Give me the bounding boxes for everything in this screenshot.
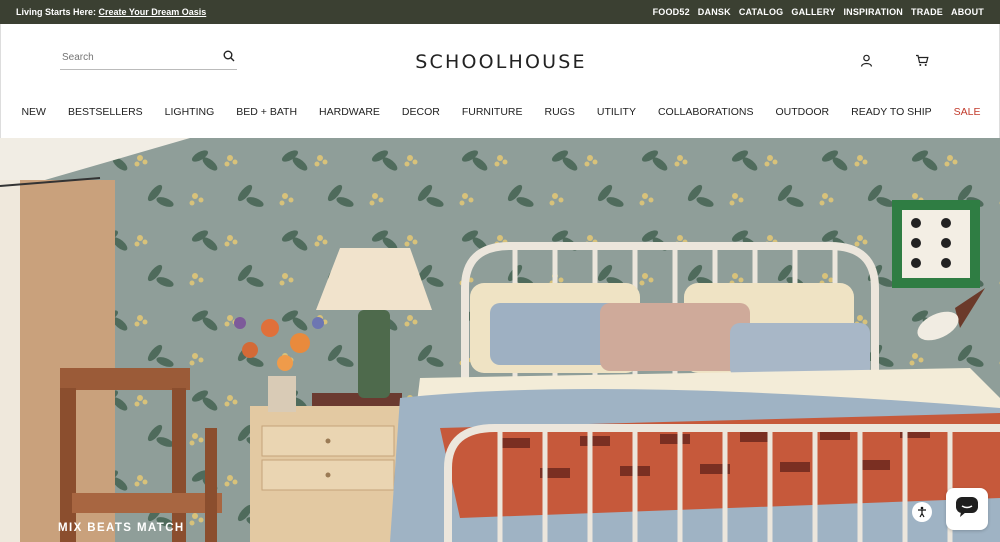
utility-links: FOOD52 DANSK CATALOG GALLERY INSPIRATION…	[653, 7, 984, 17]
nav-item-hardware[interactable]: HARDWARE	[308, 106, 391, 118]
nav-item-bed-bath[interactable]: BED + BATH	[225, 106, 308, 118]
link-catalog[interactable]: CATALOG	[739, 7, 784, 17]
promo-bar: Living Starts Here: Create Your Dream Oa…	[0, 0, 1000, 24]
site-logo[interactable]: SCHOOLHOUSE	[1, 51, 1000, 73]
link-dansk[interactable]: DANSK	[698, 7, 731, 17]
main-nav: NEW BESTSELLERS LIGHTING BED + BATH HARD…	[1, 106, 1000, 118]
promo-prefix: Living Starts Here:	[16, 7, 97, 17]
promo-text: Living Starts Here: Create Your Dream Oa…	[16, 7, 206, 17]
link-food52[interactable]: FOOD52	[653, 7, 690, 17]
chat-button[interactable]	[946, 488, 988, 530]
promo-link[interactable]: Create Your Dream Oasis	[99, 7, 207, 17]
nav-item-decor[interactable]: DECOR	[391, 106, 451, 118]
nav-item-lighting[interactable]: LIGHTING	[154, 106, 226, 118]
nav-item-collaborations[interactable]: COLLABORATIONS	[647, 106, 765, 118]
accessibility-icon[interactable]	[912, 502, 932, 522]
nav-item-rugs[interactable]: RUGS	[534, 106, 586, 118]
site-header: SCHOOLHOUSE NEW BESTSELLERS LIGHTING BED…	[0, 24, 1000, 138]
link-inspiration[interactable]: INSPIRATION	[843, 7, 903, 17]
nav-item-outdoor[interactable]: OUTDOOR	[764, 106, 840, 118]
hero-caption[interactable]: MIX BEATS MATCH	[58, 522, 185, 534]
cart-icon[interactable]	[915, 54, 929, 72]
header-icons	[860, 54, 929, 72]
chat-icon	[955, 496, 979, 523]
hero-banner[interactable]: MIX BEATS MATCH	[0, 138, 1000, 542]
nav-item-new[interactable]: NEW	[10, 106, 57, 118]
link-gallery[interactable]: GALLERY	[791, 7, 835, 17]
nav-item-sale[interactable]: SALE	[943, 106, 992, 118]
account-icon[interactable]	[860, 54, 873, 72]
nav-item-utility[interactable]: UTILITY	[586, 106, 647, 118]
nav-item-furniture[interactable]: FURNITURE	[451, 106, 534, 118]
hero-image	[0, 138, 1000, 542]
link-trade[interactable]: TRADE	[911, 7, 943, 17]
nav-item-ready-to-ship[interactable]: READY TO SHIP	[840, 106, 943, 118]
link-about[interactable]: ABOUT	[951, 7, 984, 17]
nav-item-bestsellers[interactable]: BESTSELLERS	[57, 106, 154, 118]
